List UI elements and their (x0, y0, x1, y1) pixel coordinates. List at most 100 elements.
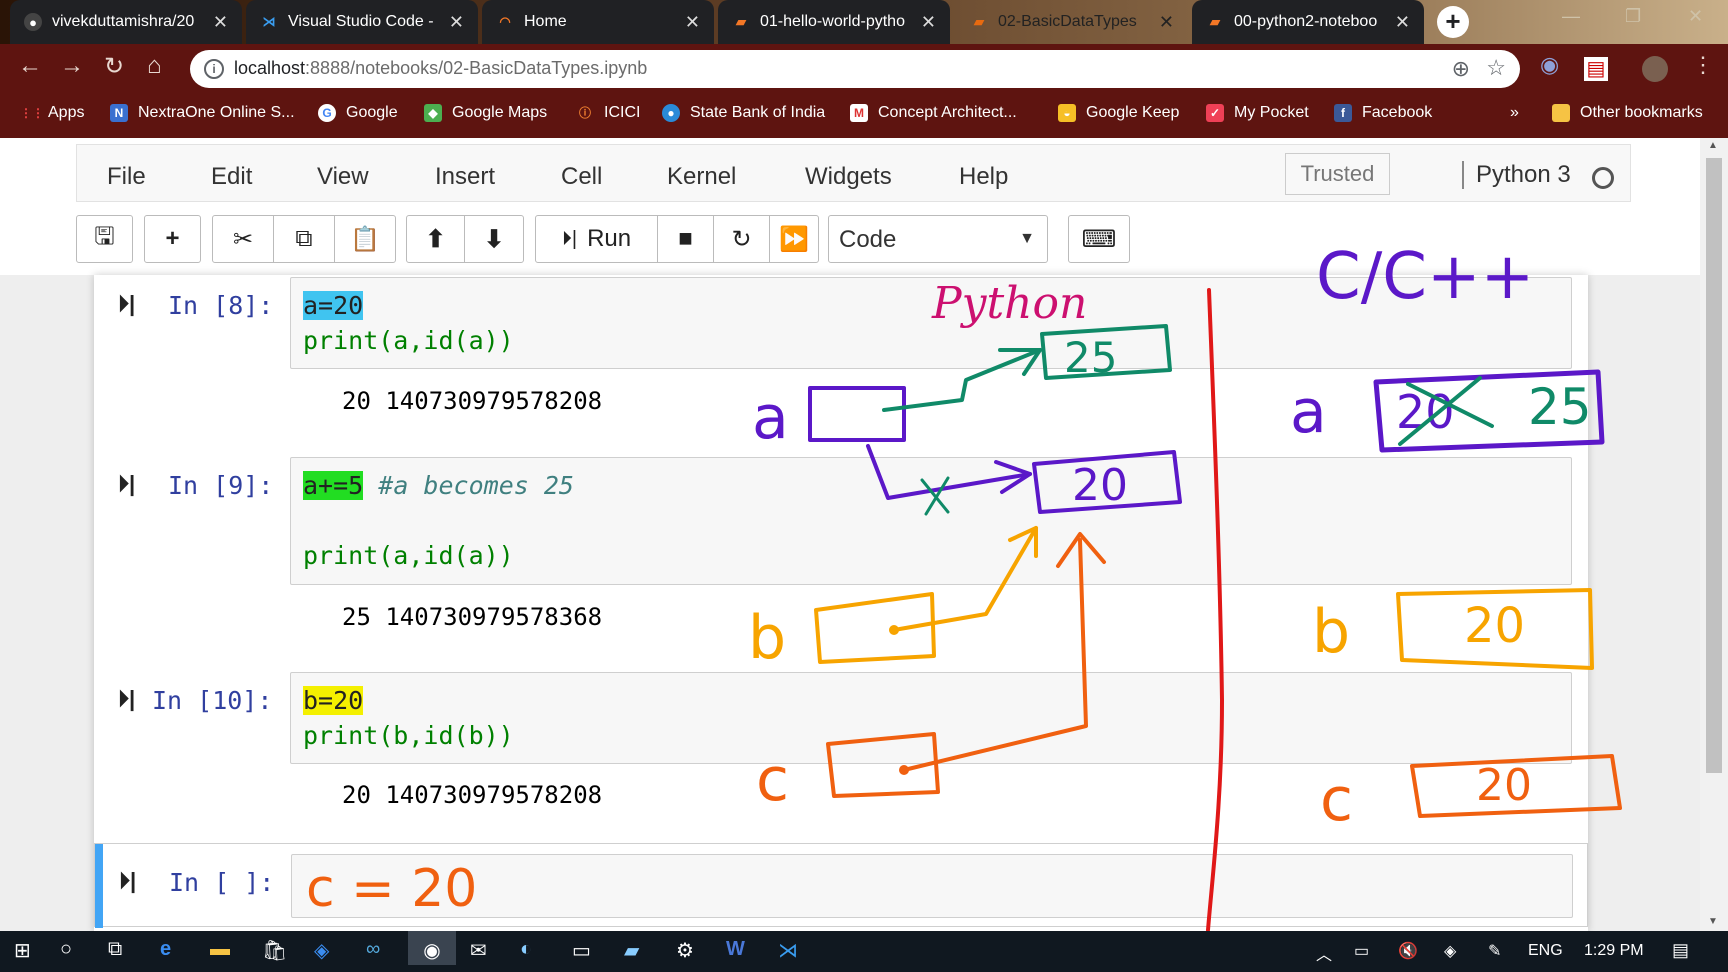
avatar[interactable] (1642, 56, 1668, 82)
restart-icon[interactable]: ↻ (714, 216, 770, 262)
word-icon[interactable]: W (726, 938, 745, 961)
run-cell-icon[interactable]: ⏵| (119, 868, 136, 894)
scroll-up-icon[interactable]: ▲ (1708, 140, 1718, 151)
task-view-icon[interactable]: ⧉ (108, 938, 122, 961)
scrollbar-thumb[interactable] (1706, 158, 1722, 773)
reload-icon[interactable]: ↻ (104, 52, 124, 81)
settings-icon[interactable]: ⚙ (676, 938, 694, 963)
run-cell-icon[interactable]: ⏵| (118, 291, 135, 317)
new-tab-button[interactable]: + (1437, 6, 1469, 38)
bookmark-icici[interactable]: ⓘ ICICI (576, 104, 640, 122)
cell-input[interactable]: b=20 print(b,id(b)) (290, 672, 1572, 764)
move-up-icon[interactable]: ⬆ (407, 216, 465, 262)
forward-icon[interactable]: → (60, 52, 84, 80)
cell-input[interactable]: a+=5 #a becomes 25 print(a,id(a)) (290, 457, 1572, 585)
menu-help[interactable]: Help (959, 163, 1008, 191)
bookmark-my-pocket[interactable]: ✓ My Pocket (1206, 104, 1309, 122)
bookmark-google-maps[interactable]: ◆ Google Maps (424, 104, 547, 122)
extension-icon[interactable]: ◉ (1540, 52, 1559, 78)
cut-icon[interactable]: ✂ (213, 216, 274, 262)
tab-basic-data-types[interactable]: ▰ 02-BasicDataTypes ✕ (956, 0, 1188, 44)
close-icon[interactable]: ✕ (213, 12, 228, 33)
tab-home[interactable]: ◠ Home ✕ (482, 0, 714, 44)
info-icon[interactable]: i (204, 59, 224, 79)
tray-chevron-icon[interactable]: ︿ (1316, 941, 1332, 965)
clock[interactable]: 1:29 PM (1584, 942, 1644, 960)
close-icon[interactable]: ✕ (1159, 12, 1174, 33)
run-cell-icon[interactable]: ⏵| (118, 686, 135, 712)
minimize-icon[interactable]: — (1562, 6, 1580, 27)
bookmark-facebook[interactable]: f Facebook (1334, 104, 1432, 122)
menu-file[interactable]: File (107, 163, 146, 191)
file-explorer-icon[interactable]: ▬ (210, 938, 230, 961)
bookmarks-overflow[interactable]: » (1510, 104, 1519, 122)
infinity-app-icon[interactable]: ∞ (366, 938, 380, 961)
close-icon[interactable]: ✕ (1395, 12, 1410, 33)
menu-kernel[interactable]: Kernel (667, 163, 736, 191)
menu-edit[interactable]: Edit (211, 163, 252, 191)
language-indicator[interactable]: ENG (1528, 942, 1563, 960)
run-cell-icon[interactable]: ⏵| (118, 471, 135, 497)
selected-code-cell[interactable]: ⏵| In [ ]: (94, 843, 1588, 928)
bookmark-google-keep[interactable]: ◒ Google Keep (1058, 104, 1179, 122)
mail-icon[interactable]: ✉ (470, 938, 487, 963)
tab-hello-world[interactable]: ▰ 01-hello-world-pytho ✕ (718, 0, 950, 44)
vscode-taskbar-icon[interactable]: ⋊ (778, 938, 798, 963)
keyboard-icon[interactable]: ⌨ (1069, 216, 1129, 262)
volume-mute-icon[interactable]: 🔇 (1398, 941, 1418, 961)
edge-icon[interactable]: e (160, 938, 171, 961)
battery-icon[interactable]: ▭ (1354, 941, 1369, 961)
bookmark-concept-architect[interactable]: M Concept Architect... (850, 104, 1017, 122)
vertical-scrollbar[interactable]: ▲ ▼ (1700, 138, 1728, 931)
kernel-name[interactable]: Python 3 (1462, 161, 1571, 189)
cortana-icon[interactable]: ○ (60, 938, 72, 961)
dropbox-icon[interactable]: ◈ (314, 938, 329, 963)
tab-python2-notebook[interactable]: ▰ 00-python2-noteboo ✕ (1192, 0, 1424, 44)
save-icon[interactable]: 🖫 (77, 216, 132, 262)
star-icon[interactable]: ☆ (1486, 55, 1506, 81)
close-window-icon[interactable]: ✕ (1688, 6, 1703, 27)
other-bookmarks[interactable]: Other bookmarks (1552, 104, 1703, 122)
copy-icon[interactable]: ⧉ (274, 216, 335, 262)
address-bar[interactable]: i localhost:8888/notebooks/02-BasicDataT… (190, 50, 1520, 88)
bookmark-sbi[interactable]: ● State Bank of India (662, 104, 825, 122)
paste-icon[interactable]: 📋 (335, 216, 395, 262)
eclipse-icon[interactable]: ◐ (520, 938, 532, 961)
notifications-icon[interactable]: ▤ (1672, 940, 1689, 961)
insert-cell-icon[interactable]: + (145, 216, 200, 262)
menu-insert[interactable]: Insert (435, 163, 495, 191)
close-icon[interactable]: ✕ (449, 12, 464, 33)
stop-icon[interactable]: ■ (658, 216, 714, 262)
cell-input[interactable] (291, 854, 1573, 918)
extension-red-icon[interactable]: ▤ (1584, 57, 1608, 81)
back-icon[interactable]: ← (18, 52, 42, 80)
cell-input[interactable]: a=20 print(a,id(a)) (290, 277, 1572, 369)
dropbox-tray-icon[interactable]: ◈ (1444, 941, 1456, 961)
bookmark-nextraone[interactable]: N NextraOne Online S... (110, 104, 295, 122)
cell-type-select[interactable]: Code ▼ (828, 215, 1048, 263)
trusted-indicator[interactable]: Trusted (1285, 153, 1390, 195)
menu-kebab-icon[interactable]: ⋮ (1692, 52, 1714, 78)
store-icon[interactable]: 🛍 (262, 938, 287, 963)
pen-tray-icon[interactable]: ✎ (1488, 941, 1501, 961)
tab-github[interactable]: ● vivekduttamishra/20 ✕ (10, 0, 242, 44)
menu-widgets[interactable]: Widgets (805, 163, 892, 191)
chrome-icon[interactable]: ◉ (408, 931, 456, 965)
zoom-icon[interactable]: ⊕ (1452, 56, 1470, 82)
terminal-icon[interactable]: ▭ (572, 938, 591, 963)
move-down-icon[interactable]: ⬇ (465, 216, 523, 262)
fast-forward-icon[interactable]: ⏩ (770, 216, 818, 262)
pen-app-icon[interactable]: ▰ (624, 938, 639, 963)
restore-icon[interactable]: ❐ (1625, 6, 1641, 27)
menu-cell[interactable]: Cell (561, 163, 602, 191)
home-icon[interactable]: ⌂ (147, 52, 162, 80)
bookmark-apps[interactable]: ⋮⋮ Apps (20, 104, 84, 122)
menu-view[interactable]: View (317, 163, 369, 191)
windows-start-icon[interactable]: ⊞ (14, 938, 31, 963)
close-icon[interactable]: ✕ (685, 12, 700, 33)
close-icon[interactable]: ✕ (921, 12, 936, 33)
scroll-down-icon[interactable]: ▼ (1708, 916, 1718, 927)
run-button[interactable]: ⏵| Run (536, 216, 658, 262)
tab-vscode[interactable]: ⋊ Visual Studio Code - ✕ (246, 0, 478, 44)
bookmark-google[interactable]: G Google (318, 104, 398, 122)
